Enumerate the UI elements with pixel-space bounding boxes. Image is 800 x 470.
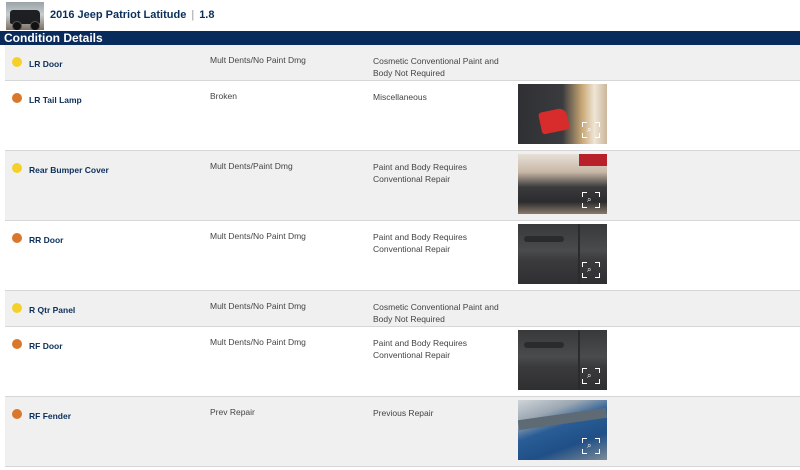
damage-part-label: RR Door <box>29 235 64 245</box>
damage-part-label: Rear Bumper Cover <box>29 165 109 175</box>
corner-bracket-icon <box>595 273 600 278</box>
severity-dot-icon <box>12 303 22 313</box>
magnifier-icon: ⌕ <box>587 125 592 134</box>
vehicle-title-line: 2016 Jeep Patriot Latitude | 1.8 <box>50 9 214 21</box>
corner-bracket-icon <box>595 379 600 384</box>
magnifier-icon: ⌕ <box>587 371 592 380</box>
damage-row: R Qtr Panel Mult Dents/No Paint Dmg Cosmet… <box>5 291 800 327</box>
damage-condition: Paint and Body Requires Conventional Rep… <box>373 232 468 254</box>
bumper-shape <box>579 154 607 166</box>
damage-condition: Cosmetic Conventional Paint and Body Not… <box>373 56 499 78</box>
damage-row: RF Door Mult Dents/No Paint Dmg Paint and … <box>5 327 800 397</box>
damage-condition: Cosmetic Conventional Paint and Body Not… <box>373 302 499 324</box>
vehicle-grade: 1.8 <box>199 9 215 21</box>
wheel-icon <box>30 21 40 30</box>
corner-bracket-icon <box>595 203 600 208</box>
magnifier-icon: ⌕ <box>587 441 592 450</box>
damage-row: LR Tail Lamp Broken Miscellaneous ⌕ <box>5 81 800 151</box>
severity-dot-icon <box>12 339 22 349</box>
damage-photo[interactable]: ⌕ <box>518 224 607 284</box>
damage-part-label: RF Door <box>29 341 63 351</box>
corner-bracket-icon <box>595 122 600 127</box>
damage-description: Mult Dents/Paint Dmg <box>210 161 293 171</box>
door-seam-shape <box>578 224 580 284</box>
corner-bracket-icon <box>595 262 600 267</box>
damage-description: Mult Dents/No Paint Dmg <box>210 55 306 65</box>
wheel-icon <box>12 21 22 30</box>
damage-description: Mult Dents/No Paint Dmg <box>210 301 306 311</box>
fender-shape <box>518 407 607 431</box>
damage-photo[interactable]: ⌕ <box>518 330 607 390</box>
magnifier-icon: ⌕ <box>587 265 592 274</box>
corner-bracket-icon <box>595 449 600 454</box>
damage-part-label: R Qtr Panel <box>29 305 76 315</box>
damage-row: Rear Bumper Cover Mult Dents/Paint Dmg Pai… <box>5 151 800 221</box>
severity-dot-icon <box>12 93 22 103</box>
corner-bracket-icon <box>595 192 600 197</box>
damage-row: RR Door Mult Dents/No Paint Dmg Paint and … <box>5 221 800 291</box>
door-handle-shape <box>524 342 564 348</box>
severity-dot-icon <box>12 233 22 243</box>
magnifier-icon: ⌕ <box>587 195 592 204</box>
damage-list: LR Door Mult Dents/No Paint Dmg Cosmetic C… <box>5 45 800 467</box>
damage-photo[interactable]: ⌕ <box>518 400 607 460</box>
expand-zoom-icon[interactable]: ⌕ <box>582 438 600 454</box>
door-handle-shape <box>524 236 564 242</box>
damage-description: Prev Repair <box>210 407 255 417</box>
corner-bracket-icon <box>595 133 600 138</box>
corner-bracket-icon <box>595 368 600 373</box>
expand-zoom-icon[interactable]: ⌕ <box>582 122 600 138</box>
damage-condition: Miscellaneous <box>373 92 427 102</box>
severity-dot-icon <box>12 57 22 67</box>
expand-zoom-icon[interactable]: ⌕ <box>582 192 600 208</box>
damage-row: RF Fender Prev Repair Previous Repair ⌕ <box>5 397 800 467</box>
damage-description: Mult Dents/No Paint Dmg <box>210 337 306 347</box>
damage-photo[interactable]: ⌕ <box>518 84 607 144</box>
vehicle-thumbnail[interactable] <box>6 2 44 30</box>
tail-lamp-shape <box>538 107 570 135</box>
damage-description: Mult Dents/No Paint Dmg <box>210 231 306 241</box>
damage-part-label: LR Tail Lamp <box>29 95 82 105</box>
damage-condition: Paint and Body Requires Conventional Rep… <box>373 338 468 360</box>
expand-zoom-icon[interactable]: ⌕ <box>582 368 600 384</box>
vehicle-title: 2016 Jeep Patriot Latitude <box>50 9 187 21</box>
damage-row: LR Door Mult Dents/No Paint Dmg Cosmetic C… <box>5 45 800 81</box>
expand-zoom-icon[interactable]: ⌕ <box>582 262 600 278</box>
damage-photo[interactable]: ⌕ <box>518 154 607 214</box>
title-separator: | <box>191 9 195 21</box>
section-title: Condition Details <box>0 31 800 45</box>
damage-part-label: LR Door <box>29 59 63 69</box>
corner-bracket-icon <box>595 438 600 443</box>
severity-dot-icon <box>12 163 22 173</box>
damage-description: Broken <box>210 91 237 101</box>
damage-condition: Previous Repair <box>373 408 434 418</box>
severity-dot-icon <box>12 409 22 419</box>
vehicle-header: 2016 Jeep Patriot Latitude | 1.8 <box>0 0 800 33</box>
door-seam-shape <box>578 330 580 390</box>
damage-condition: Paint and Body Requires Conventional Rep… <box>373 162 468 184</box>
damage-part-label: RF Fender <box>29 411 72 421</box>
